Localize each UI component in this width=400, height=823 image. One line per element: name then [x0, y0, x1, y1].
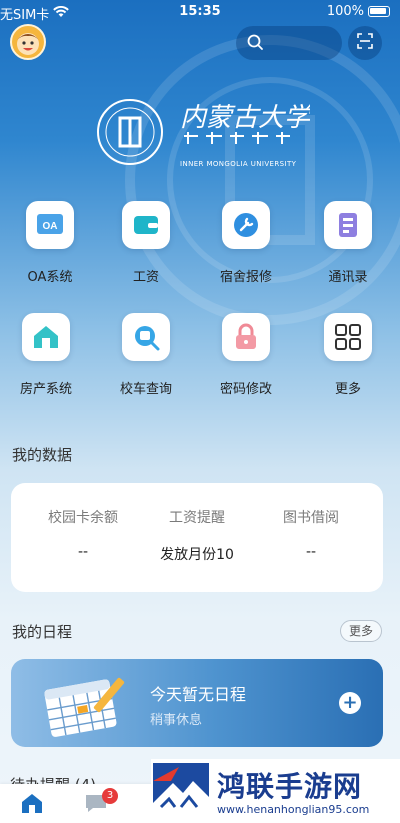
- app-label: 宿舍报修: [219, 270, 272, 285]
- app-salary[interactable]: 工资: [96, 200, 196, 300]
- app-label: 更多: [334, 382, 361, 397]
- cartoon-face-avatar-icon: [17, 33, 39, 55]
- data-label: 校园卡余额: [48, 510, 118, 526]
- watermark-logo-icon: [153, 763, 209, 819]
- watermark-url: www.henanhonglian95.com: [217, 803, 370, 816]
- status-bar: 无SIM卡 15:35 100%: [0, 0, 400, 26]
- app-dorm-repair[interactable]: 宿舍报修: [196, 200, 296, 300]
- app-contacts[interactable]: 通讯录: [298, 200, 398, 300]
- app-more[interactable]: 更多: [298, 312, 398, 412]
- data-value: --: [305, 544, 317, 560]
- schedule-more-button[interactable]: 更多: [340, 620, 382, 642]
- wrench-icon: [222, 201, 270, 249]
- data-campus-card[interactable]: 校园卡余额 --: [21, 483, 145, 560]
- avatar[interactable]: [10, 24, 46, 60]
- site-watermark: 鸿联手游网 www.henanhonglian95.com: [151, 759, 400, 823]
- lock-icon: [222, 313, 270, 361]
- app-label: 房产系统: [19, 382, 72, 397]
- data-value: --: [77, 544, 89, 560]
- app-label: 工资: [132, 270, 159, 285]
- my-data-title: 我的数据: [12, 446, 73, 464]
- logo-en-text: INNER MONGOLIA UNIVERSITY: [180, 160, 297, 168]
- bus-search-icon: [122, 313, 170, 361]
- message-badge: 3: [102, 788, 118, 804]
- data-value: 发放月份10: [160, 547, 234, 563]
- my-data-card: 校园卡余额 -- 工资提醒 发放月份10 图书借阅 --: [11, 483, 383, 592]
- schedule-empty-subtitle: 稍事休息: [150, 713, 203, 728]
- scan-button[interactable]: [348, 26, 382, 60]
- status-right: 100%: [327, 4, 390, 19]
- my-schedule-title: 我的日程: [12, 623, 73, 641]
- app-label: 通讯录: [328, 270, 368, 285]
- schedule-card[interactable]: 今天暂无日程 稍事休息 +: [11, 659, 383, 747]
- wallet-icon: [122, 201, 170, 249]
- svg-text:OA: OA: [43, 221, 58, 232]
- battery-percent: 100%: [326, 4, 364, 19]
- data-salary-reminder[interactable]: 工资提醒 发放月份10: [135, 483, 259, 564]
- app-property[interactable]: 房产系统: [0, 312, 96, 412]
- watermark-name: 鸿联手游网: [217, 770, 363, 803]
- home-tab-icon[interactable]: [20, 792, 44, 818]
- app-password[interactable]: 密码修改: [196, 312, 296, 412]
- add-schedule-button[interactable]: +: [339, 692, 361, 714]
- battery-icon: [368, 6, 390, 17]
- app-label: 密码修改: [219, 382, 272, 397]
- app-label: OA系统: [27, 270, 73, 285]
- data-label: 工资提醒: [169, 510, 225, 526]
- scan-icon: [356, 32, 374, 54]
- house-icon: [22, 313, 70, 361]
- oa-icon: OA: [26, 201, 74, 249]
- logo-cn-text: 内蒙古大学: [180, 103, 310, 133]
- schedule-empty-title: 今天暂无日程: [150, 685, 247, 704]
- grid-more-icon: [324, 313, 372, 361]
- app-oa[interactable]: OA OA系统: [0, 200, 100, 300]
- address-book-icon: [324, 201, 372, 249]
- calendar-pencil-icon: [44, 677, 125, 737]
- data-library-borrow[interactable]: 图书借阅 --: [249, 483, 373, 560]
- app-shuttle[interactable]: 校车查询: [96, 312, 196, 412]
- data-label: 图书借阅: [283, 510, 339, 526]
- search-bar[interactable]: [236, 26, 342, 60]
- app-label: 校车查询: [119, 382, 172, 397]
- search-icon: [246, 33, 264, 55]
